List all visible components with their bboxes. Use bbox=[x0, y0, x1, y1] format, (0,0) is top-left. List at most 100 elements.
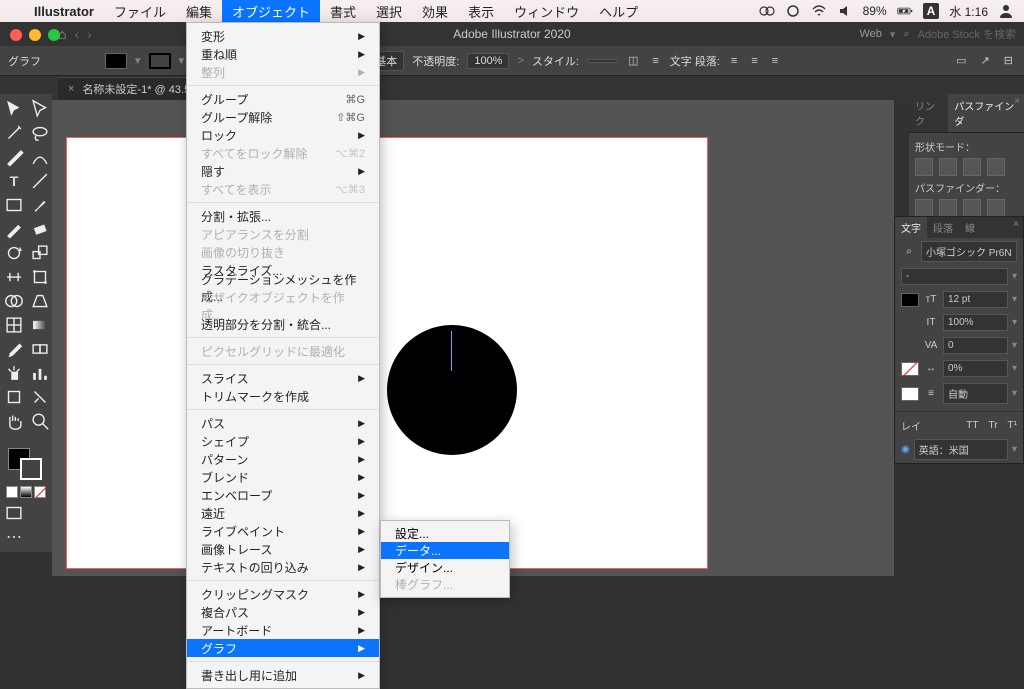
curvature-tool[interactable] bbox=[28, 146, 52, 168]
kerning[interactable]: 0 bbox=[943, 337, 1008, 354]
menu-compoundpath[interactable]: 複合パス▶ bbox=[187, 603, 379, 621]
record-icon[interactable] bbox=[759, 3, 775, 19]
language[interactable]: 英語：米国 bbox=[914, 439, 1008, 460]
tab-character[interactable]: 文字 bbox=[895, 217, 927, 238]
color-mode-solid[interactable] bbox=[6, 486, 18, 498]
type-tool[interactable]: T bbox=[2, 170, 26, 192]
menu-exportfor[interactable]: 書き出し用に追加▶ bbox=[187, 666, 379, 684]
hand-tool[interactable] bbox=[2, 410, 26, 432]
selection-tool[interactable] bbox=[2, 98, 26, 120]
fill-swatch[interactable] bbox=[105, 53, 127, 69]
tr-icon[interactable]: Tr bbox=[988, 420, 997, 431]
transform-icon[interactable]: ↗ bbox=[978, 54, 993, 67]
menu-path[interactable]: パス▶ bbox=[187, 414, 379, 432]
font-family[interactable]: 小塚ゴシック Pr6N bbox=[921, 241, 1017, 262]
pen-tool[interactable] bbox=[2, 146, 26, 168]
scale-tool[interactable] bbox=[28, 242, 52, 264]
stock-search[interactable]: Adobe Stock を検索 bbox=[918, 26, 1016, 42]
width-tool[interactable] bbox=[2, 266, 26, 288]
leading[interactable]: 100% bbox=[943, 314, 1008, 331]
menu-window[interactable]: ウィンドウ bbox=[504, 0, 589, 22]
close-char-panel-icon[interactable]: × bbox=[1013, 219, 1019, 230]
eyedropper-tool[interactable] bbox=[2, 338, 26, 360]
menu-type[interactable]: 書式 bbox=[320, 0, 366, 22]
align-left-icon[interactable]: ≡ bbox=[728, 55, 740, 67]
menu-clippingmask[interactable]: クリッピングマスク▶ bbox=[187, 585, 379, 603]
panel-toggle-icon[interactable]: ⊟ bbox=[1001, 54, 1016, 67]
menu-group[interactable]: グループ⌘G bbox=[187, 90, 379, 108]
menu-view[interactable]: 表示 bbox=[458, 0, 504, 22]
font-size[interactable]: 12 pt bbox=[943, 291, 1008, 308]
menu-artboards[interactable]: アートボード▶ bbox=[187, 621, 379, 639]
doc-setup-icon[interactable]: ◫ bbox=[625, 54, 641, 67]
menu-graph[interactable]: グラフ▶ bbox=[187, 639, 379, 657]
char-bg-swatch[interactable] bbox=[901, 387, 919, 401]
eraser-tool[interactable] bbox=[28, 218, 52, 240]
battery-icon[interactable] bbox=[897, 3, 913, 19]
user-icon[interactable] bbox=[998, 3, 1014, 19]
graph-tool[interactable] bbox=[28, 362, 52, 384]
edit-toolbar[interactable]: ⋯ bbox=[2, 526, 26, 548]
tab-links[interactable]: リンク bbox=[909, 94, 948, 132]
char-stroke-none[interactable] bbox=[901, 362, 919, 376]
menu-expand[interactable]: 分割・拡張... bbox=[187, 207, 379, 225]
char-fill-swatch[interactable] bbox=[901, 293, 919, 307]
visibility-icon[interactable]: ◉ bbox=[901, 444, 910, 455]
search-icon[interactable]: ⌕ bbox=[903, 28, 909, 41]
close-window[interactable] bbox=[10, 29, 22, 41]
artboard[interactable] bbox=[67, 138, 707, 568]
symbol-sprayer-tool[interactable] bbox=[2, 362, 26, 384]
menu-select[interactable]: 選択 bbox=[366, 0, 412, 22]
input-source-icon[interactable]: A bbox=[923, 3, 940, 19]
arrange-icon[interactable]: ▭ bbox=[953, 54, 969, 67]
menu-pattern[interactable]: パターン▶ bbox=[187, 450, 379, 468]
style-select[interactable] bbox=[587, 59, 617, 63]
tab-pathfinder[interactable]: パスファインダ bbox=[948, 94, 1024, 132]
menu-shape[interactable]: シェイプ▶ bbox=[187, 432, 379, 450]
canvas-workspace[interactable] bbox=[52, 100, 894, 576]
superscript-icon[interactable]: T¹ bbox=[1008, 420, 1017, 431]
exclude-icon[interactable] bbox=[987, 158, 1005, 176]
align-icon[interactable]: ≡ bbox=[649, 55, 661, 67]
menu-effect[interactable]: 効果 bbox=[412, 0, 458, 22]
menu-edit[interactable]: 編集 bbox=[176, 0, 222, 22]
divide-icon[interactable] bbox=[915, 199, 933, 217]
font-weight[interactable]: - bbox=[901, 268, 1008, 285]
app-name[interactable]: Illustrator bbox=[24, 4, 104, 19]
rectangle-tool[interactable] bbox=[2, 194, 26, 216]
menu-textwrap[interactable]: テキストの回り込み▶ bbox=[187, 558, 379, 576]
dnd-icon[interactable] bbox=[785, 3, 801, 19]
submenu-data[interactable]: データ... bbox=[381, 542, 509, 559]
menu-help[interactable]: ヘルプ bbox=[589, 0, 648, 22]
menu-ungroup[interactable]: グループ解除⇧⌘G bbox=[187, 108, 379, 126]
volume-icon[interactable] bbox=[837, 3, 853, 19]
submenu-settings[interactable]: 設定... bbox=[381, 525, 509, 542]
menu-livepaint[interactable]: ライブペイント▶ bbox=[187, 522, 379, 540]
menu-blend[interactable]: ブレンド▶ bbox=[187, 468, 379, 486]
tab-paragraph[interactable]: 段落 bbox=[927, 217, 959, 238]
menu-perspective[interactable]: 遠近▶ bbox=[187, 504, 379, 522]
stroke-swatch[interactable] bbox=[149, 53, 171, 69]
minus-front-icon[interactable] bbox=[939, 158, 957, 176]
menu-lock[interactable]: ロック▶ bbox=[187, 126, 379, 144]
lasso-tool[interactable] bbox=[28, 122, 52, 144]
fill-stroke-indicator[interactable] bbox=[2, 446, 52, 482]
paintbrush-tool[interactable] bbox=[28, 194, 52, 216]
menu-arrange[interactable]: 重ね順▶ bbox=[187, 45, 379, 63]
menu-hide[interactable]: 隠す▶ bbox=[187, 162, 379, 180]
close-panel-icon[interactable]: × bbox=[1014, 96, 1020, 107]
graph-object-pie[interactable] bbox=[387, 325, 517, 455]
search-font-icon[interactable]: ⌕ bbox=[901, 246, 917, 257]
nav-prev-icon[interactable]: ‹ bbox=[74, 26, 79, 42]
screen-mode[interactable] bbox=[2, 502, 26, 524]
intersect-icon[interactable] bbox=[963, 158, 981, 176]
stroke-color[interactable] bbox=[20, 458, 42, 480]
direct-selection-tool[interactable] bbox=[28, 98, 52, 120]
maximize-window[interactable] bbox=[48, 29, 60, 41]
align-center-icon[interactable]: ≡ bbox=[748, 55, 760, 67]
minimize-window[interactable] bbox=[29, 29, 41, 41]
trim-icon[interactable] bbox=[939, 199, 957, 217]
tracking[interactable]: 0% bbox=[943, 360, 1008, 377]
magic-wand-tool[interactable] bbox=[2, 122, 26, 144]
tt-icon[interactable]: TT bbox=[966, 420, 978, 431]
